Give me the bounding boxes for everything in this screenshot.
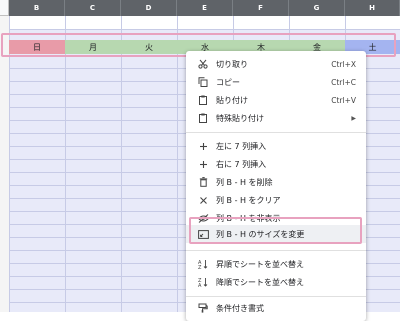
sort-az-icon: AZ xyxy=(194,259,212,269)
menu-label-sort-descending: 降順でシートを並べ替え xyxy=(216,277,304,287)
menu-label-cut: 切り取り xyxy=(216,59,248,69)
select-all-corner[interactable] xyxy=(0,0,9,16)
shortcut-cut: Ctrl+X xyxy=(331,59,356,69)
svg-text:Z: Z xyxy=(198,265,202,269)
highlight-frame-resize-item xyxy=(189,217,362,244)
menu-label-insert-left: 左に 7 列挿入 xyxy=(216,141,267,151)
context-menu: 切り取り Ctrl+X コピー Ctrl+C 貼り付け Ctrl+V 特殊貼り付… xyxy=(186,51,366,321)
menu-divider xyxy=(186,132,366,133)
column-header-bar: B C D E F G H xyxy=(9,0,400,16)
column-header-e[interactable]: E xyxy=(177,0,233,16)
menu-item-delete-columns[interactable]: 列 B - H を削除 xyxy=(186,173,366,191)
menu-item-conditional-format[interactable]: 条件付き書式 xyxy=(186,299,366,317)
menu-item-paste-special[interactable]: 特殊貼り付け ▶ xyxy=(186,109,366,127)
column-header-c[interactable]: C xyxy=(65,0,121,16)
close-icon xyxy=(194,196,212,205)
menu-item-insert-left[interactable]: 左に 7 列挿入 xyxy=(186,137,366,155)
submenu-arrow-icon: ▶ xyxy=(351,114,356,122)
column-header-g[interactable]: G xyxy=(289,0,345,16)
menu-label-insert-right: 右に 7 列挿入 xyxy=(216,159,267,169)
copy-icon xyxy=(194,77,212,87)
menu-divider xyxy=(186,250,366,251)
clipboard-icon xyxy=(194,95,212,105)
plus-icon xyxy=(194,160,212,169)
menu-label-clear-columns: 列 B - H をクリア xyxy=(216,195,281,205)
shortcut-paste: Ctrl+V xyxy=(331,95,356,105)
grid-horizontal-line xyxy=(9,29,400,30)
grid-vertical-line xyxy=(121,16,122,312)
menu-label-copy: コピー xyxy=(216,77,240,87)
menu-item-insert-right[interactable]: 右に 7 列挿入 xyxy=(186,155,366,173)
menu-item-clear-columns[interactable]: 列 B - H をクリア xyxy=(186,191,366,209)
menu-label-paste-special: 特殊貼り付け xyxy=(216,113,264,123)
grid-vertical-line xyxy=(9,16,10,312)
scissors-icon xyxy=(194,59,212,69)
menu-item-cut[interactable]: 切り取り Ctrl+X xyxy=(186,55,366,73)
svg-text:A: A xyxy=(198,283,202,287)
column-header-h[interactable]: H xyxy=(345,0,400,16)
column-header-b[interactable]: B xyxy=(9,0,65,16)
plus-icon xyxy=(194,142,212,151)
menu-item-sort-ascending[interactable]: AZ 昇順でシートを並べ替え xyxy=(186,255,366,273)
menu-label-paste: 貼り付け xyxy=(216,95,248,105)
trash-icon xyxy=(194,177,212,187)
menu-label-delete-columns: 列 B - H を削除 xyxy=(216,177,273,187)
menu-item-copy[interactable]: コピー Ctrl+C xyxy=(186,73,366,91)
menu-divider xyxy=(186,296,366,297)
sort-za-icon: ZA xyxy=(194,277,212,287)
menu-item-sort-descending[interactable]: ZA 降順でシートを並べ替え xyxy=(186,273,366,291)
clipboard-icon xyxy=(194,113,212,123)
column-header-f[interactable]: F xyxy=(233,0,289,16)
grid-vertical-line xyxy=(177,16,178,312)
shortcut-copy: Ctrl+C xyxy=(331,77,356,87)
grid-vertical-line xyxy=(65,16,66,312)
menu-item-paste[interactable]: 貼り付け Ctrl+V xyxy=(186,91,366,109)
column-header-d[interactable]: D xyxy=(121,0,177,16)
menu-label-sort-ascending: 昇順でシートを並べ替え xyxy=(216,259,304,269)
